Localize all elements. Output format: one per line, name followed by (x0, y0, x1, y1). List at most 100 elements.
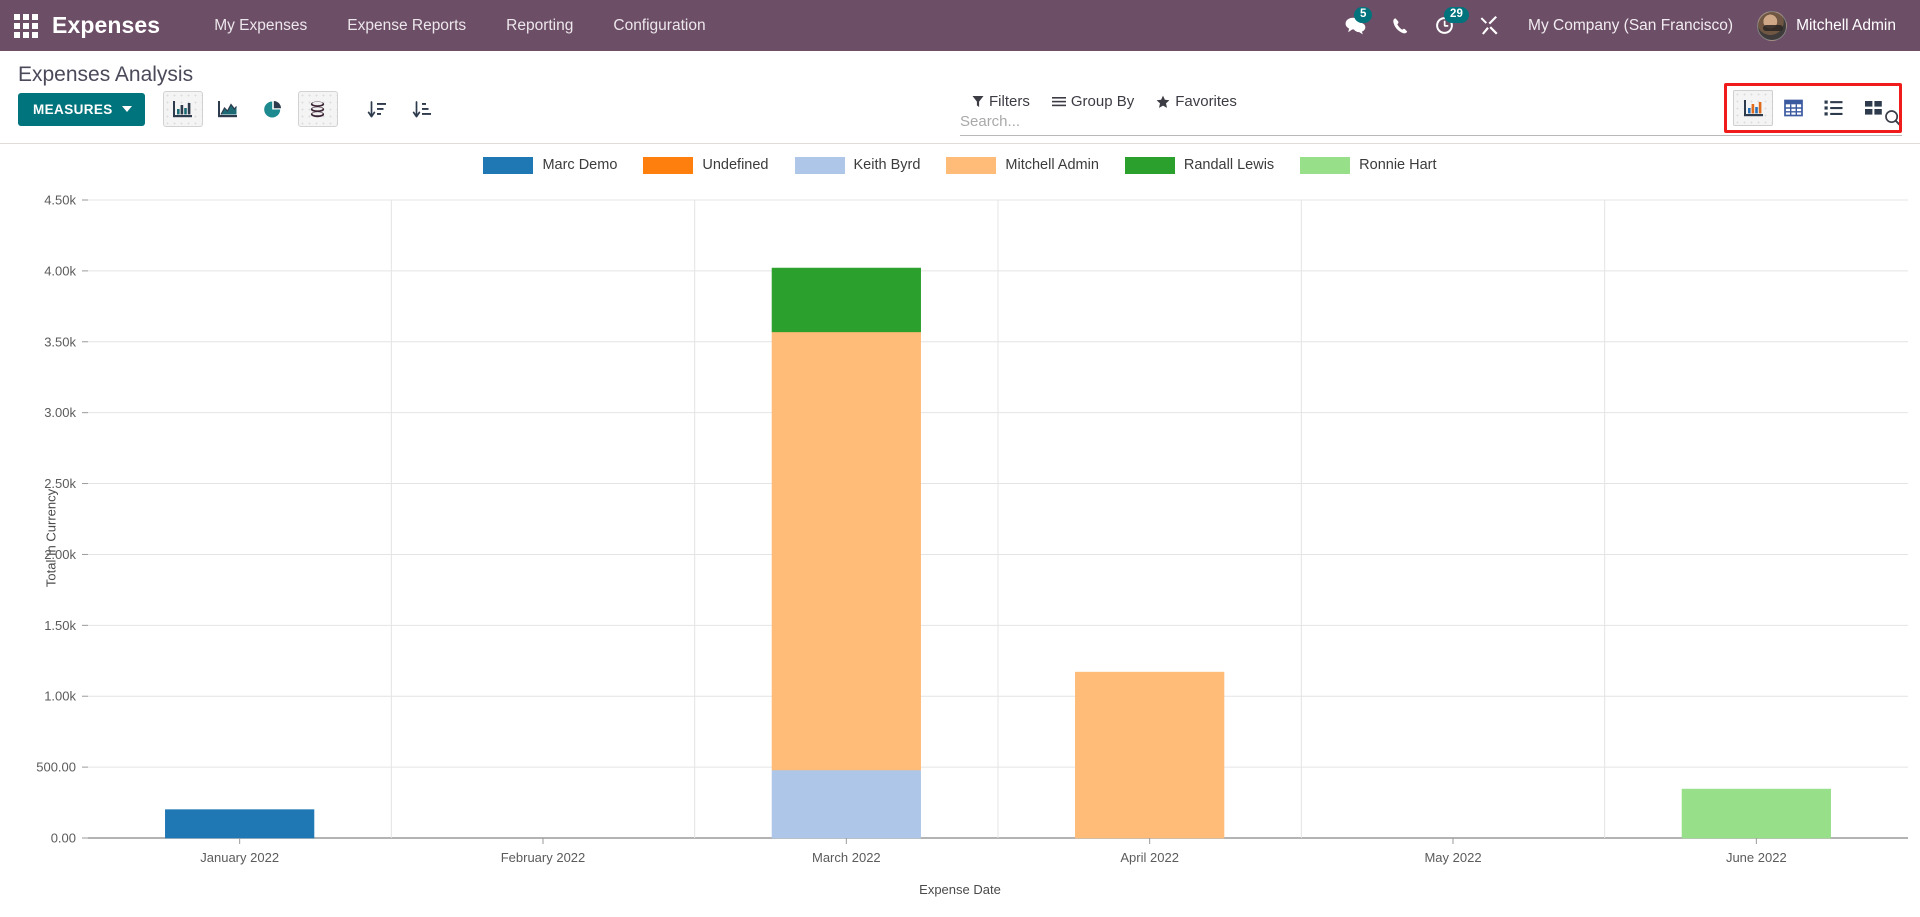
graph-view: Marc Demo Undefined Keith Byrd Mitchell Adm… (0, 144, 1920, 917)
legend-swatch (643, 156, 694, 174)
x-axis-tick-label: February 2022 (501, 850, 586, 865)
legend-label: Mitchell Admin (1005, 157, 1099, 173)
legend-swatch (483, 156, 534, 174)
messages-button[interactable]: 5 (1332, 0, 1379, 51)
search-options: Filters Group By Favorites (972, 93, 1237, 110)
chart-plot-area: Total In Currency 0.00 500.00 1.00k 1.50k 2.… (0, 178, 1920, 898)
pivot-view-icon (1783, 99, 1803, 117)
y-axis-tick-label: 500.00 (36, 760, 76, 775)
chevron-down-icon (121, 106, 132, 113)
chart-type-toolbar (162, 91, 447, 128)
legend-item[interactable]: Mitchell Admin (946, 156, 1099, 174)
y-axis-tick-label: 1.50k (44, 618, 76, 633)
bar-segment[interactable] (1075, 671, 1225, 839)
hamburger-icon (1051, 97, 1066, 107)
menu-item-reporting[interactable]: Reporting (486, 1, 593, 51)
y-axis-tick-label: 4.50k (44, 193, 76, 208)
bar-segment[interactable] (771, 267, 921, 333)
apps-menu-button[interactable] (0, 0, 52, 51)
y-axis-tick-label: 3.00k (44, 405, 76, 420)
control-panel-bottom-row: MEASURES Filters Group By Favorites (0, 83, 1920, 134)
graph-view-icon (1743, 99, 1763, 116)
legend-label: Keith Byrd (853, 157, 921, 173)
filters-button[interactable]: Filters (972, 93, 1030, 110)
user-menu[interactable]: Mitchell Admin (1749, 10, 1902, 41)
legend-item[interactable]: Undefined (643, 156, 769, 174)
kanban-view-icon (1864, 101, 1882, 115)
phone-button[interactable] (1379, 0, 1422, 51)
measures-button[interactable]: MEASURES (18, 92, 145, 126)
y-axis-tick-label: 2.50k (44, 476, 76, 491)
phone-icon (1393, 17, 1408, 33)
pie-chart-icon (263, 100, 281, 118)
graph-view-button[interactable] (1733, 90, 1773, 127)
control-panel-top-row: Expenses Analysis (0, 51, 1920, 87)
favorites-label: Favorites (1175, 93, 1237, 111)
legend-item[interactable]: Marc Demo (483, 156, 618, 174)
view-switcher (1724, 83, 1902, 134)
bar-chart-icon (173, 100, 193, 117)
x-axis-tick-label: June 2022 (1726, 850, 1787, 865)
stacked-icon (311, 101, 325, 117)
group-by-label: Group By (1070, 93, 1135, 111)
messages-badge: 5 (1354, 7, 1373, 24)
menu-item-expense-reports[interactable]: Expense Reports (327, 1, 486, 51)
area-chart-icon (218, 100, 238, 117)
wrench-screwdriver-icon (1480, 16, 1498, 35)
bar-chart-canvas[interactable]: 0.00 500.00 1.00k 1.50k 2.00k 2.50k 3.00k 3.50k… (0, 178, 1920, 898)
area-chart-button[interactable] (208, 91, 248, 127)
legend-swatch (1124, 156, 1175, 174)
apps-grid-icon (14, 13, 38, 38)
legend-swatch (946, 156, 997, 174)
y-axis-tick-label: 3.50k (44, 334, 76, 349)
x-axis-tick-label: May 2022 (1424, 850, 1481, 865)
star-icon (1156, 95, 1170, 108)
legend-label: Marc Demo (542, 157, 618, 173)
legend-item[interactable]: Keith Byrd (794, 156, 921, 174)
bar-segment[interactable] (1681, 788, 1831, 839)
x-axis-tick-label: January 2022 (200, 850, 279, 865)
navbar-right-cluster: 5 29 My Company (San Francisco) Mitchell… (1332, 0, 1902, 51)
legend-label: Randall Lewis (1183, 157, 1275, 173)
y-axis-tick-label: 2.00k (44, 547, 76, 562)
group-by-button[interactable]: Group By (1051, 93, 1135, 111)
developer-tools-button[interactable] (1467, 0, 1512, 51)
menu-item-my-expenses[interactable]: My Expenses (194, 1, 327, 51)
main-menu: My Expenses Expense Reports Reporting Co… (194, 1, 725, 51)
activities-badge: 29 (1444, 7, 1469, 24)
favorites-button[interactable]: Favorites (1156, 93, 1237, 110)
x-axis-tick-label: March 2022 (812, 850, 881, 865)
y-axis-tick-label: 4.00k (44, 263, 76, 278)
pivot-view-button[interactable] (1773, 90, 1813, 126)
bar-segment[interactable] (165, 809, 315, 839)
activities-button[interactable]: 29 (1422, 0, 1469, 51)
company-selector[interactable]: My Company (San Francisco) (1512, 17, 1749, 35)
funnel-icon (972, 96, 984, 108)
sort-descending-button[interactable] (357, 91, 397, 127)
list-view-icon (1824, 100, 1842, 116)
legend-swatch (794, 156, 845, 174)
stacked-button[interactable] (297, 91, 338, 128)
control-panel: Expenses Analysis MEASURES (0, 51, 1920, 144)
pie-chart-button[interactable] (253, 91, 293, 127)
sort-ascending-button[interactable] (402, 91, 442, 127)
list-view-button[interactable] (1813, 90, 1853, 126)
avatar (1757, 10, 1788, 41)
sort-descending-icon (367, 100, 386, 118)
x-axis-tick-label: April 2022 (1120, 850, 1179, 865)
legend-item[interactable]: Randall Lewis (1124, 156, 1275, 174)
legend-swatch (1300, 156, 1351, 174)
bar-chart-button[interactable] (162, 91, 203, 128)
top-navbar: Expenses My Expenses Expense Reports Rep… (0, 0, 1920, 51)
user-name-label: Mitchell Admin (1796, 16, 1896, 34)
chart-legend: Marc Demo Undefined Keith Byrd Mitchell Adm… (0, 144, 1920, 178)
bar-segment[interactable] (771, 331, 921, 771)
page-title: Expenses Analysis (18, 63, 194, 86)
kanban-view-button[interactable] (1853, 90, 1893, 126)
legend-label: Undefined (702, 157, 769, 173)
app-brand-title[interactable]: Expenses (52, 12, 160, 39)
legend-item[interactable]: Ronnie Hart (1300, 156, 1437, 174)
sort-ascending-icon (412, 100, 431, 118)
bar-segment[interactable] (771, 769, 921, 839)
menu-item-configuration[interactable]: Configuration (593, 1, 725, 51)
